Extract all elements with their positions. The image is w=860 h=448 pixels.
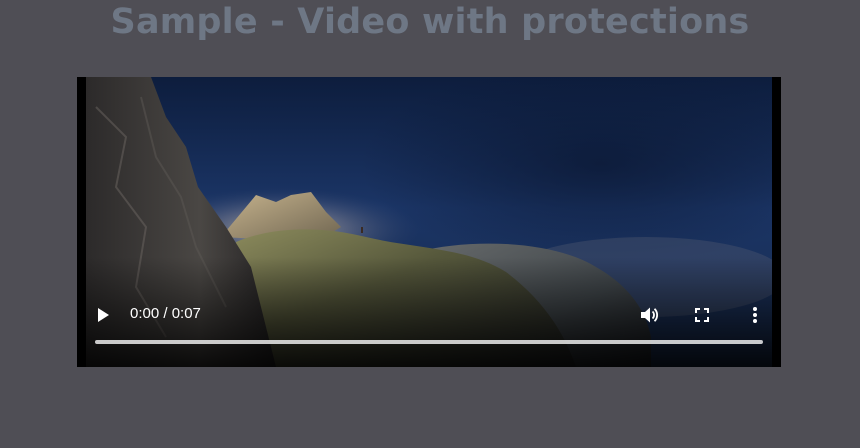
time-display: 0:00 / 0:07 [130, 305, 201, 322]
volume-button[interactable] [636, 303, 662, 327]
more-vertical-icon [753, 307, 757, 323]
video-player[interactable]: 0:00 / 0:07 [77, 77, 781, 367]
more-options-button[interactable] [747, 303, 763, 327]
play-icon [98, 308, 109, 322]
fullscreen-button[interactable] [689, 303, 715, 327]
play-button[interactable] [89, 303, 117, 327]
page-title: Sample - Video with protections [110, 2, 750, 42]
volume-icon [641, 307, 659, 323]
progress-bar[interactable] [95, 340, 763, 344]
fullscreen-icon [695, 308, 709, 322]
